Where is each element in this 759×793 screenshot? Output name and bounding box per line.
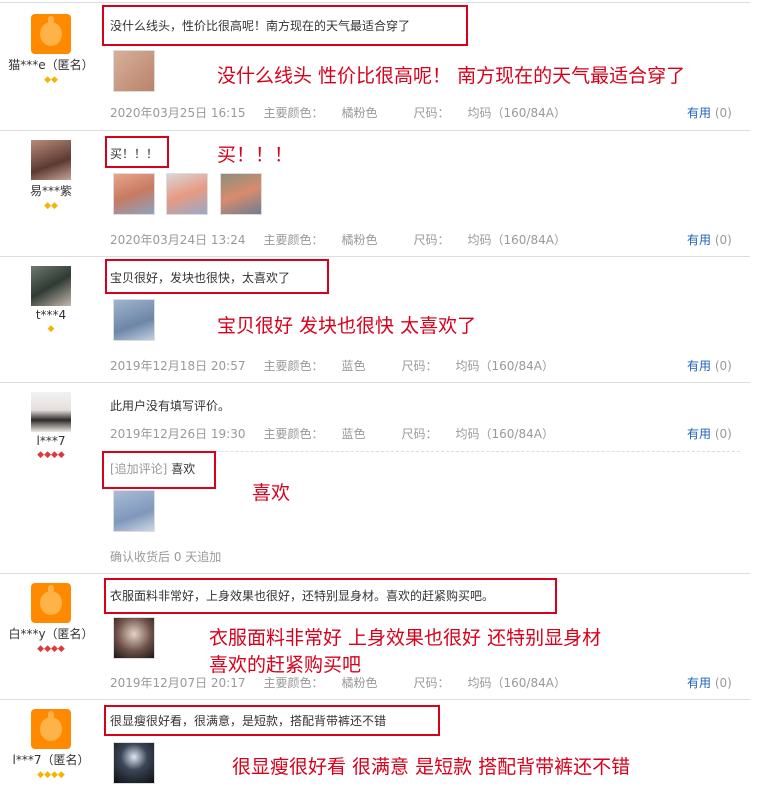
annotation-text: 宝贝很好 发块也很快 太喜欢了 <box>217 315 477 337</box>
sku-size: 均码（160/84A） <box>467 106 566 120</box>
review-date: 2020年03月24日 13:24 <box>110 233 246 247</box>
review-photo[interactable] <box>113 617 155 659</box>
sku-size: 均码（160/84A） <box>455 359 554 373</box>
sku-size: 均码（160/84A） <box>455 427 554 441</box>
sku-color: 蓝色 <box>341 359 366 373</box>
reviewer-name: 白***y（匿名） <box>8 627 94 641</box>
reviewer: 猫***e（匿名） ◆◆ <box>0 14 102 85</box>
annotation-text: 买！！！ <box>217 144 294 166</box>
useful-button[interactable]: 有用 (0) <box>687 674 732 691</box>
useful-button[interactable]: 有用 (0) <box>687 104 732 121</box>
top-divider <box>0 2 750 3</box>
review-photo[interactable] <box>113 299 155 341</box>
diamond-icon: ◆◆ <box>44 201 58 211</box>
review-meta: 2019年12月18日 20:57 主要颜色： 蓝色 尺码： 均码（160/84A） <box>110 359 554 373</box>
annotation-box <box>105 136 169 168</box>
review-date: 2019年12月26日 19:30 <box>110 427 246 441</box>
level-badges: ◆◆◆◆ <box>0 644 102 654</box>
useful-button[interactable]: 有用 (0) <box>687 357 732 374</box>
diamond-icon: ◆◆◆◆ <box>37 644 65 654</box>
diamond-icon: ◆◆◆◆ <box>37 770 65 780</box>
level-badges: ◆◆◆◆ <box>0 450 102 460</box>
review-meta: 2020年03月24日 13:24 主要颜色： 橘粉色 尺码： 均码（160/84A） <box>110 233 566 247</box>
useful-button[interactable]: 有用 (0) <box>687 231 732 248</box>
diamond-icon: ◆ <box>47 324 55 334</box>
avatar[interactable] <box>31 392 71 432</box>
reviewer: l***7（匿名） ◆◆◆◆ <box>0 709 102 780</box>
divider <box>0 382 750 383</box>
reviewer: t***4 ◆ <box>0 266 102 334</box>
append-meta: 确认收货后 0 天追加 <box>110 550 222 564</box>
sku-size: 均码（160/84A） <box>467 233 566 247</box>
sku-color: 蓝色 <box>341 427 366 441</box>
divider <box>0 256 750 257</box>
annotation-text: 喜欢 <box>252 482 291 504</box>
avatar[interactable] <box>31 583 71 623</box>
level-badges: ◆ <box>0 324 102 334</box>
sku-size: 均码（160/84A） <box>467 676 566 690</box>
level-badges: ◆◆◆◆ <box>0 770 102 780</box>
review-meta: 2020年03月25日 16:15 主要颜色： 橘粉色 尺码： 均码（160/84A） <box>110 106 566 120</box>
review-date: 2020年03月25日 16:15 <box>110 106 246 120</box>
review-meta: 2019年12月26日 19:30 主要颜色： 蓝色 尺码： 均码（160/84A） <box>110 427 554 441</box>
review-photo[interactable] <box>113 742 155 784</box>
diamond-icon: ◆◆◆◆ <box>37 450 65 460</box>
review-photo[interactable] <box>113 490 155 532</box>
reviewer-name: 易***紫 <box>29 184 72 198</box>
annotation-box <box>104 705 440 736</box>
reviewer-name: t***4 <box>35 308 67 322</box>
annotation-text: 衣服面料非常好 上身效果也很好 还特别显身材 <box>209 627 602 649</box>
annotation-text: 喜欢的赶紧购买吧 <box>209 654 362 676</box>
avatar[interactable] <box>31 14 71 54</box>
sku-color: 橘粉色 <box>341 676 378 690</box>
review-date: 2019年12月18日 20:57 <box>110 359 246 373</box>
review-photo[interactable] <box>220 173 262 215</box>
avatar[interactable] <box>31 266 71 306</box>
sku-color: 橘粉色 <box>341 106 378 120</box>
reviewer-name: l***7（匿名） <box>12 753 90 767</box>
annotation-box <box>104 578 557 614</box>
review-photo[interactable] <box>166 173 208 215</box>
useful-button[interactable]: 有用 (0) <box>687 425 732 442</box>
annotation-box <box>105 259 329 294</box>
reviewer-name: l***7 <box>36 434 66 448</box>
divider <box>0 699 750 700</box>
divider <box>0 130 750 131</box>
reviewer: l***7 ◆◆◆◆ <box>0 392 102 460</box>
annotation-box <box>102 451 216 489</box>
divider <box>0 573 750 574</box>
reviewer: 白***y（匿名） ◆◆◆◆ <box>0 583 102 654</box>
diamond-icon: ◆◆ <box>44 75 58 85</box>
review-photo[interactable] <box>113 173 155 215</box>
review-date: 2019年12月07日 20:17 <box>110 676 246 690</box>
reviewer: 易***紫 ◆◆ <box>0 140 102 211</box>
annotation-text: 很显瘦很好看 很满意 是短款 搭配背带裤还不错 <box>232 756 631 778</box>
annotation-text: 没什么线头 性价比很高呢！ 南方现在的天气最适合穿了 <box>217 65 686 87</box>
annotation-box <box>102 5 468 46</box>
review-photo[interactable] <box>113 50 155 92</box>
level-badges: ◆◆ <box>0 75 102 85</box>
review-text: 此用户没有填写评价。 <box>110 399 231 413</box>
avatar[interactable] <box>31 709 71 749</box>
sku-color: 橘粉色 <box>341 233 378 247</box>
level-badges: ◆◆ <box>0 201 102 211</box>
reviewer-name: 猫***e（匿名） <box>8 58 94 72</box>
avatar[interactable] <box>31 140 71 180</box>
